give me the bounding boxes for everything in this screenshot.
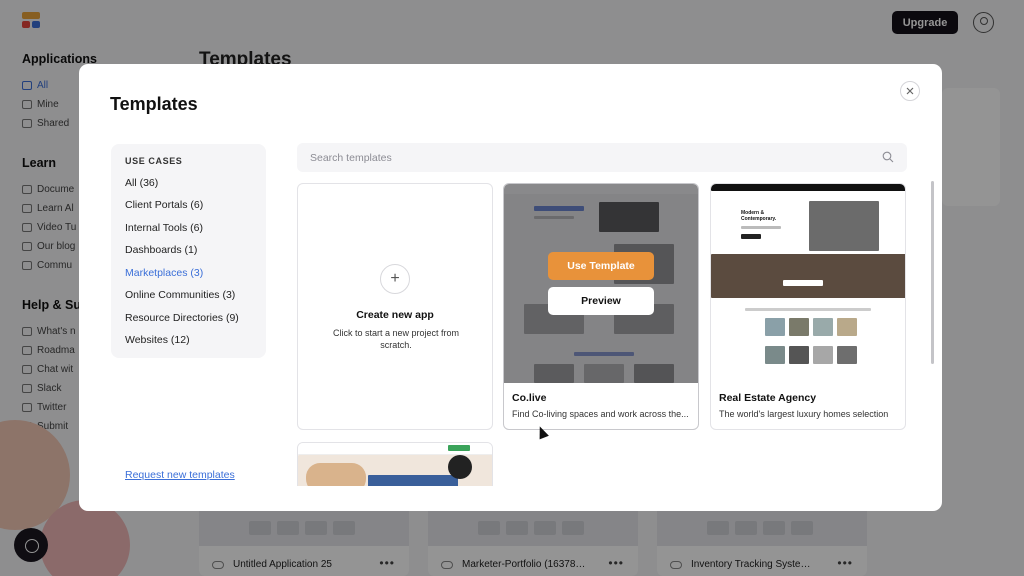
create-card-description: Click to start a new project from scratc… xyxy=(332,328,460,350)
use-case-resource-directories[interactable]: Resource Directories (9) xyxy=(125,312,239,324)
templates-grid: + Create new app Click to start a new pr… xyxy=(297,183,915,486)
use-case-client-portals[interactable]: Client Portals (6) xyxy=(125,199,203,211)
template-thumbnail: Use Template Preview xyxy=(504,184,698,383)
template-description: Find Co-living spaces and work across th… xyxy=(512,409,689,419)
template-card[interactable] xyxy=(297,442,493,486)
template-name: Co.live xyxy=(512,392,547,404)
search-icon[interactable] xyxy=(882,151,894,163)
use-case-dashboards[interactable]: Dashboards (1) xyxy=(125,244,197,256)
modal-title: Templates xyxy=(110,94,198,114)
use-case-internal-tools[interactable]: Internal Tools (6) xyxy=(125,222,203,234)
search-input[interactable] xyxy=(297,143,907,172)
use-cases-heading: USE CASES xyxy=(125,156,183,166)
thumb-heading: Modern & Contemporary. xyxy=(741,210,777,222)
scrollbar[interactable] xyxy=(931,181,934,364)
template-description: The world's largest luxury homes selecti… xyxy=(719,409,889,419)
template-name: Real Estate Agency xyxy=(719,392,817,404)
use-case-all[interactable]: All (36) xyxy=(125,177,158,189)
use-cases-panel: USE CASES All (36) Client Portals (6) In… xyxy=(111,144,266,358)
template-thumbnail: Modern & Contemporary. xyxy=(711,184,905,383)
request-templates-link[interactable]: Request new templates xyxy=(125,469,235,481)
search-bar xyxy=(297,143,907,172)
use-template-button[interactable]: Use Template xyxy=(548,252,654,280)
preview-button[interactable]: Preview xyxy=(548,287,654,315)
template-card-colive[interactable]: Use Template Preview Co.live Find Co-liv… xyxy=(503,183,699,430)
use-case-online-communities[interactable]: Online Communities (3) xyxy=(125,289,235,301)
use-case-marketplaces[interactable]: Marketplaces (3) xyxy=(125,267,203,279)
close-button[interactable] xyxy=(900,81,920,101)
plus-icon: + xyxy=(380,264,410,294)
close-icon xyxy=(906,87,914,95)
template-card-real-estate[interactable]: Modern & Contemporary. Real Estate Agenc… xyxy=(710,183,906,430)
create-new-app-card[interactable]: + Create new app Click to start a new pr… xyxy=(297,183,493,430)
templates-modal: Templates USE CASES All (36) Client Port… xyxy=(79,64,942,511)
use-case-websites[interactable]: Websites (12) xyxy=(125,334,190,346)
create-card-title: Create new app xyxy=(356,309,434,321)
